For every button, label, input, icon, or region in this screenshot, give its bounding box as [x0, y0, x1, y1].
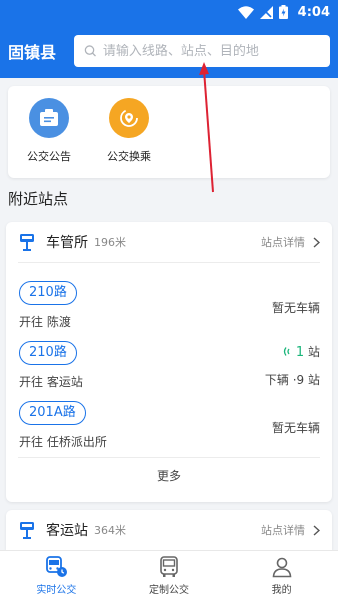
station-header[interactable]: 客运站 364米 站点详情: [6, 510, 332, 550]
transfer-icon: [109, 98, 149, 138]
status-bar: 4:04: [0, 0, 338, 24]
station-detail-link[interactable]: 站点详情: [261, 234, 320, 250]
route-status: 暂无车辆: [271, 301, 320, 315]
arrival-stop-count: 1: [295, 345, 305, 360]
arrival-unit: 站: [307, 345, 320, 359]
tab-custom-bus[interactable]: 定制公交: [113, 551, 226, 600]
signal-off-icon: [259, 5, 273, 19]
station-header[interactable]: 车管所 196米 站点详情: [6, 222, 332, 262]
station-detail-label: 站点详情: [261, 236, 305, 249]
tab-realtime-bus[interactable]: 实时公交: [0, 551, 113, 600]
station-card: 客运站 364米 站点详情: [6, 510, 332, 550]
tab-label: 定制公交: [149, 584, 189, 596]
bus-stop-icon: [20, 234, 34, 251]
route-row[interactable]: 210路 开往 陈渡 暂无车辆: [6, 277, 332, 337]
bus-announcement-button[interactable]: 公交公告: [14, 98, 84, 164]
more-routes-button[interactable]: 更多: [6, 458, 332, 494]
station-name: 车管所: [46, 235, 88, 251]
user-icon: [272, 557, 292, 577]
station-card: 车管所 196米 站点详情 210路 开往 陈渡 暂无车辆 210路 开往 客运…: [6, 222, 332, 502]
quick-actions-panel: 公交公告 公交换乘: [8, 86, 330, 178]
bottom-tab-bar: 实时公交 定制公交 我的: [0, 550, 338, 600]
route-number: 210路: [19, 341, 77, 365]
bus-stop-icon: [20, 522, 34, 539]
search-input[interactable]: [102, 43, 320, 59]
bus-announcement-label: 公交公告: [27, 150, 71, 163]
route-status: 暂无车辆: [271, 421, 320, 435]
tab-label: 实时公交: [36, 584, 77, 596]
city-selector[interactable]: 固镇县: [8, 39, 72, 63]
nearby-stations-title: 附近站点: [8, 190, 69, 208]
route-row[interactable]: 210路 开往 客运站 1 站 下辆 ·9 站: [6, 337, 332, 397]
bus-transfer-button[interactable]: 公交换乘: [94, 98, 164, 164]
announcement-icon: [29, 98, 69, 138]
chevron-right-icon: [313, 236, 320, 248]
chevron-right-icon: [313, 524, 320, 536]
top-bar: 4:04 固镇县: [0, 0, 338, 78]
realtime-bus-icon: [46, 555, 68, 577]
next-bus-info: 下辆 ·9 站: [264, 373, 320, 387]
route-row[interactable]: 201A路 开往 任桥派出所 暂无车辆: [6, 397, 332, 457]
arrival-info: 1 站: [282, 343, 320, 360]
station-detail-link[interactable]: 站点详情: [261, 522, 320, 538]
bus-transfer-label: 公交换乘: [107, 150, 151, 163]
search-box[interactable]: [74, 35, 330, 67]
search-icon: [84, 45, 96, 57]
header: 固镇县: [0, 24, 338, 78]
station-distance: 196米: [94, 236, 126, 249]
station-detail-label: 站点详情: [261, 524, 305, 537]
tab-mine[interactable]: 我的: [225, 551, 338, 600]
route-direction: 开往 任桥派出所: [19, 435, 107, 449]
status-time: 4:04: [297, 4, 330, 20]
route-number: 210路: [19, 281, 77, 305]
divider: [18, 262, 320, 263]
route-direction: 开往 客运站: [19, 375, 83, 389]
live-signal-icon: [283, 347, 290, 356]
station-distance: 364米: [94, 524, 126, 537]
bus-icon: [160, 555, 178, 577]
wifi-icon: [237, 5, 254, 19]
tab-label: 我的: [271, 584, 292, 596]
station-name: 客运站: [46, 523, 88, 539]
battery-charging-icon: [278, 5, 288, 19]
route-number: 201A路: [19, 401, 86, 425]
route-direction: 开往 陈渡: [19, 315, 71, 329]
